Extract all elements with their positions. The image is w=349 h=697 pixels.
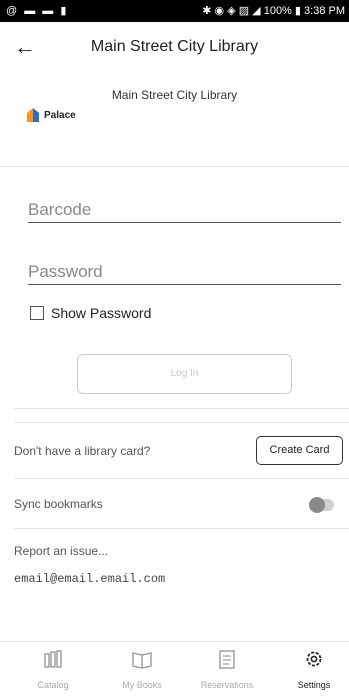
divider xyxy=(14,478,349,479)
report-issue-link[interactable]: Report an issue... xyxy=(14,544,108,558)
toggle-knob xyxy=(309,497,325,513)
gear-icon xyxy=(306,651,322,667)
tab-label: Catalog xyxy=(37,680,69,690)
page-title: Main Street City Library xyxy=(90,38,259,55)
library-header: Main Street City Library Palace xyxy=(0,74,349,167)
status-right: ✱ ◉ ◈ ▨ ◢ 100% ▮ 3:38 PM xyxy=(202,4,345,17)
create-card-button[interactable]: Create Card xyxy=(256,436,343,465)
reservations-icon xyxy=(219,650,235,669)
app-bar: ← Main Street City Library xyxy=(0,22,349,74)
clock: 3:38 PM xyxy=(304,5,345,17)
tab-label: My Books xyxy=(122,680,162,690)
divider xyxy=(14,422,349,423)
divider xyxy=(14,408,349,409)
battery-level: 100% xyxy=(263,5,292,17)
tab-catalog[interactable]: Catalog xyxy=(13,642,93,697)
signal-icons: ✱ ◉ ◈ ▨ ◢ xyxy=(202,5,264,17)
battery-icon: ▮ xyxy=(294,5,301,17)
library-name: Main Street City Library xyxy=(111,88,238,102)
barcode-field[interactable]: Barcode xyxy=(28,200,341,223)
password-field[interactable]: Password xyxy=(28,262,341,285)
divider xyxy=(14,528,349,529)
sync-bookmarks-toggle[interactable] xyxy=(309,497,334,513)
tab-settings[interactable]: Settings xyxy=(274,642,349,697)
logo-text: Palace xyxy=(44,109,76,121)
show-password-checkbox[interactable] xyxy=(30,306,44,320)
login-button[interactable]: Log In xyxy=(77,354,292,394)
book-icon xyxy=(132,652,152,669)
palace-logo-icon xyxy=(27,108,39,122)
catalog-icon xyxy=(44,650,62,668)
report-email: email@email.email.com xyxy=(14,572,166,586)
tab-label: Reservations xyxy=(200,680,254,690)
library-logo: Palace xyxy=(26,107,76,123)
show-password-label: Show Password xyxy=(51,305,152,321)
notification-icons: @ ▬ ▬ ▮ xyxy=(6,5,69,17)
status-bar: @ ▬ ▬ ▮ ✱ ◉ ◈ ▨ ◢ 100% ▮ 3:38 PM xyxy=(0,0,349,22)
library-card-question: Don't have a library card? xyxy=(14,444,151,458)
bottom-tab-bar: Catalog My Books Reservations Settings xyxy=(0,641,349,697)
tab-label: Settings xyxy=(297,680,331,690)
tab-reservations[interactable]: Reservations xyxy=(187,642,267,697)
sync-bookmarks-label: Sync bookmarks xyxy=(14,497,103,511)
tab-my-books[interactable]: My Books xyxy=(102,642,182,697)
